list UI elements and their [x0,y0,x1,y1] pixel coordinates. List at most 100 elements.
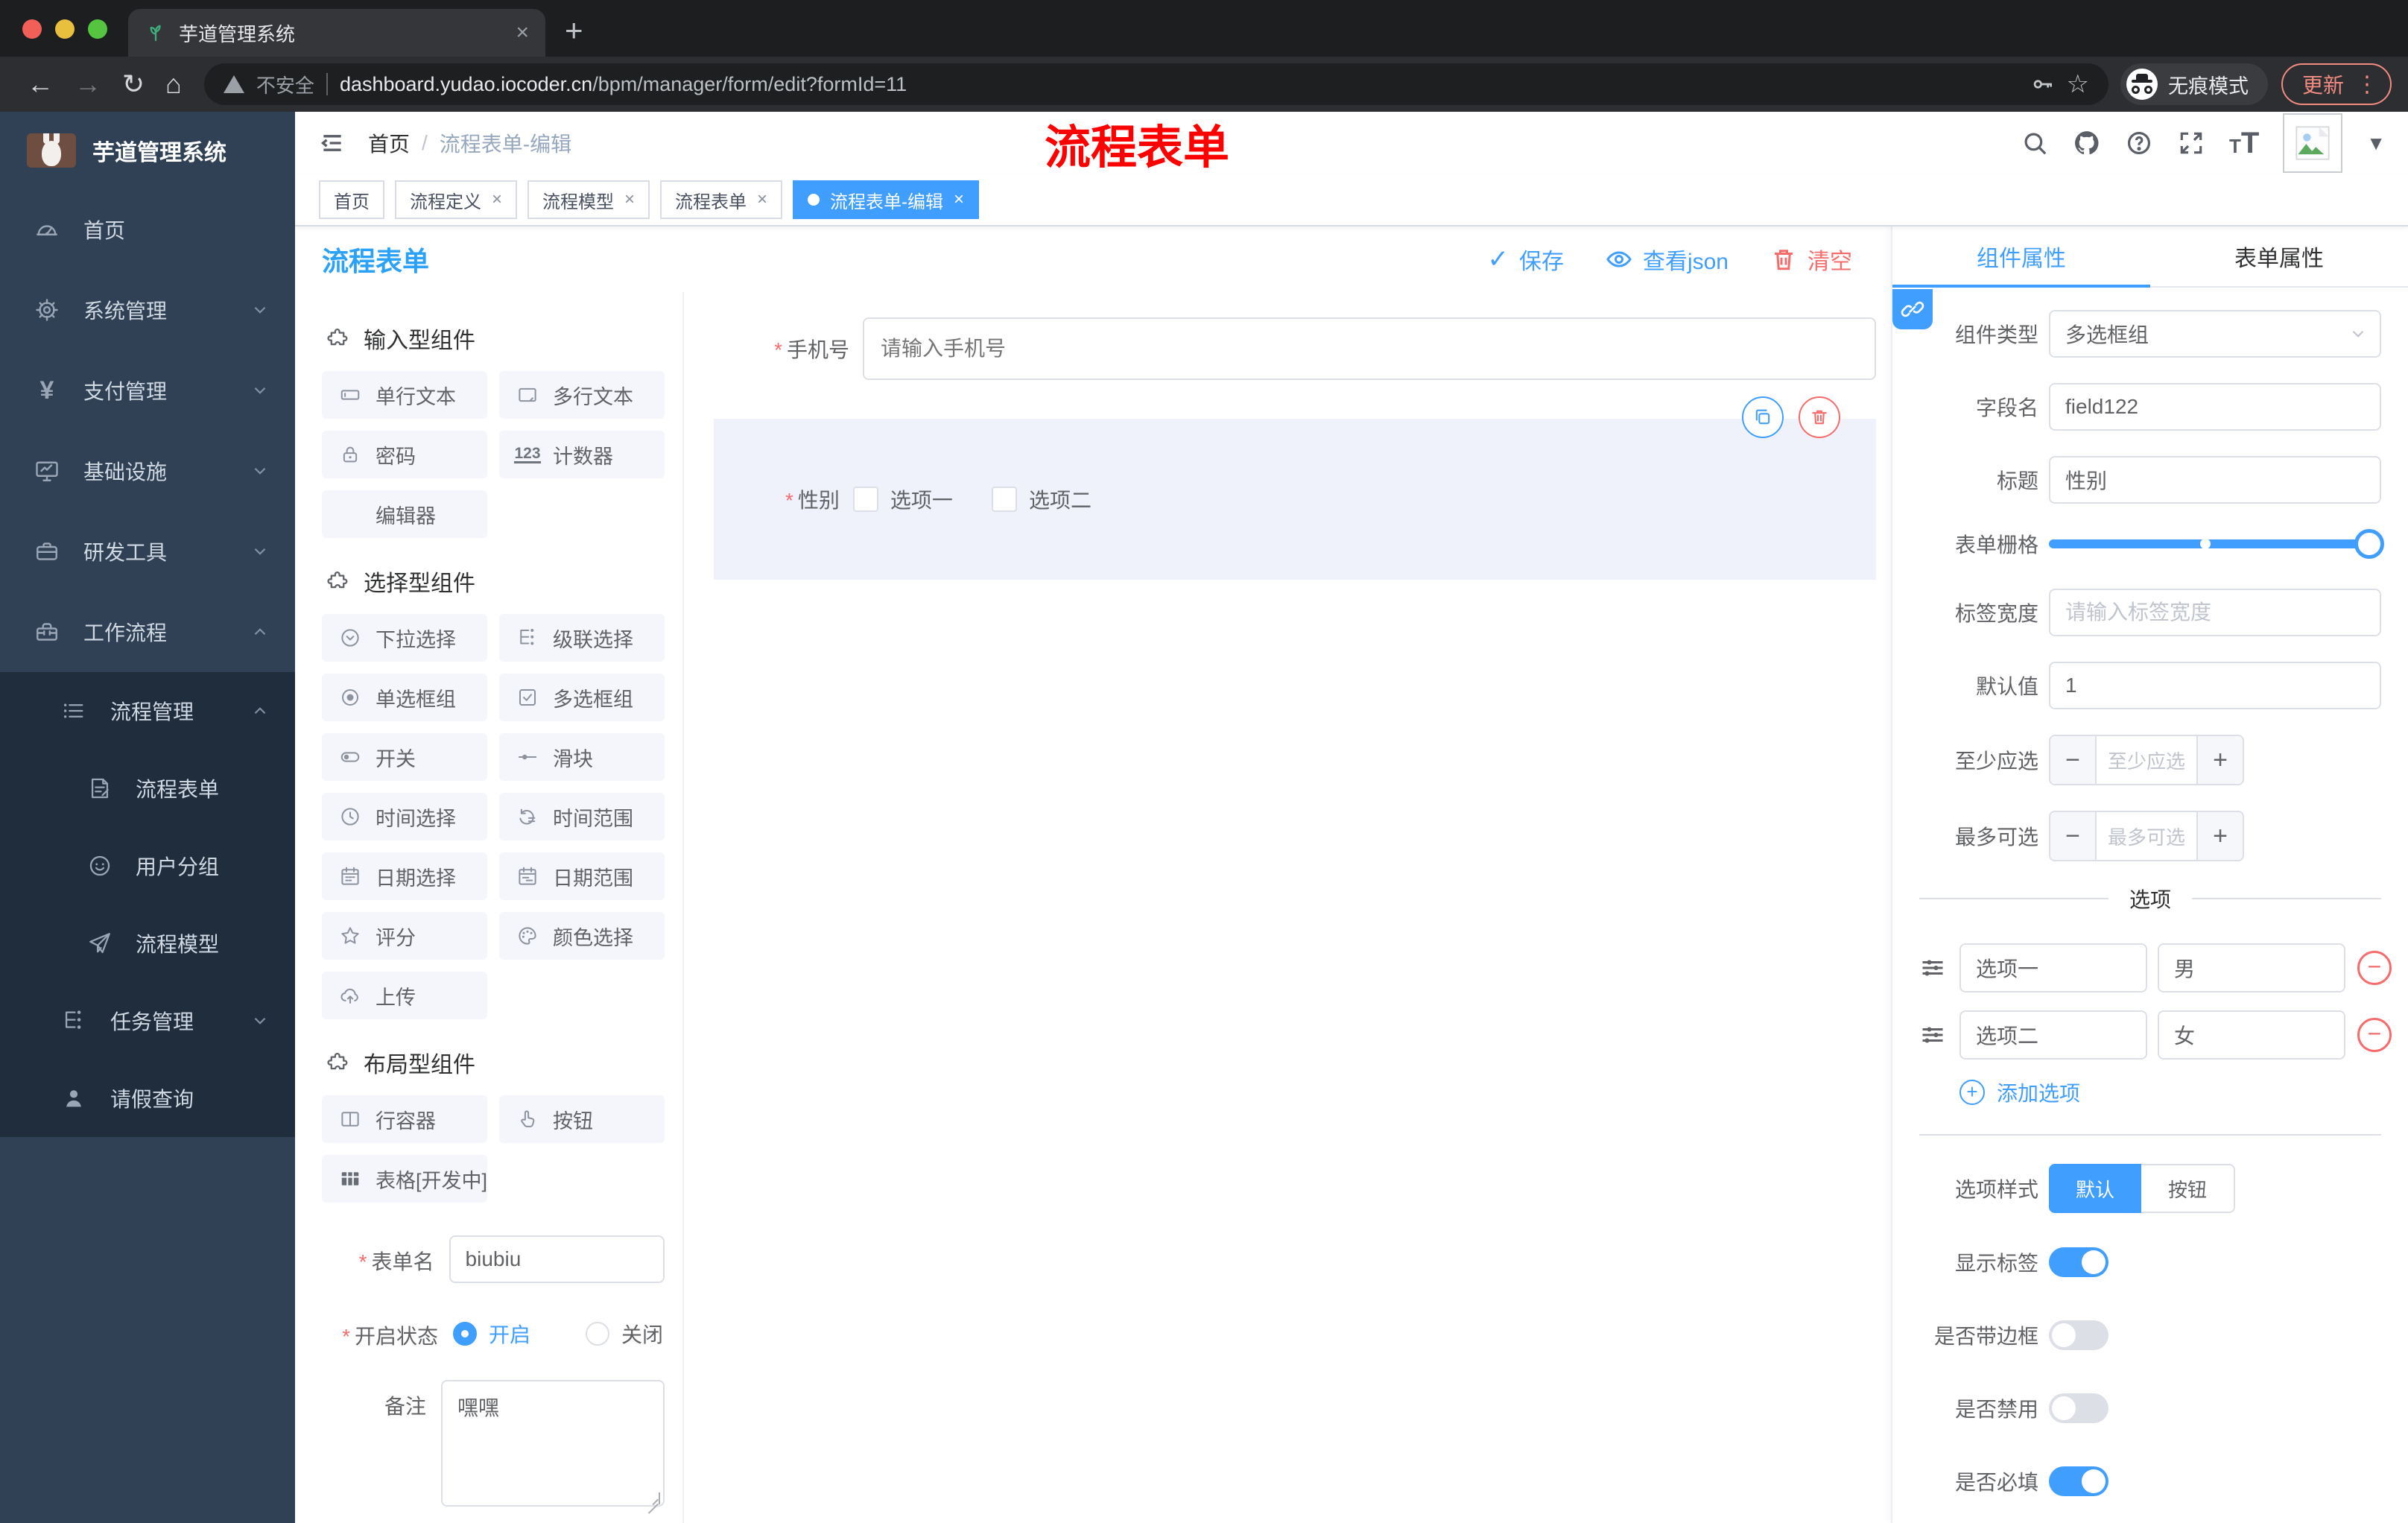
option-label-input[interactable] [1959,943,2147,992]
min-select-input[interactable]: 至少应选 [2097,736,2196,784]
form-name-input[interactable] [449,1235,665,1283]
style-button-button[interactable]: 按钮 [2141,1164,2236,1213]
not-secure-warning-icon[interactable] [223,75,244,93]
stepper-increase-button[interactable]: + [2196,812,2243,860]
component-pill-rate[interactable]: 评分 [322,912,487,960]
form-canvas[interactable]: *手机号 *性别 [684,292,1891,1523]
home-icon[interactable]: ⌂ [165,71,182,98]
sidebar-item-payment[interactable]: ¥ 支付管理 [0,350,295,431]
component-pill-table[interactable]: 表格[开发中] [322,1155,487,1203]
close-icon[interactable]: × [624,189,635,210]
minimize-window-button[interactable] [55,19,75,39]
remove-option-button[interactable]: − [2357,1018,2392,1052]
form-grid-slider[interactable] [2049,529,2384,559]
browser-menu-icon[interactable]: ⋮ [2356,72,2378,98]
sidebar-item-system[interactable]: 系统管理 [0,270,295,350]
slider-handle[interactable] [2354,529,2384,559]
component-pill-select[interactable]: 下拉选择 [322,614,487,662]
fullscreen-icon[interactable] [2177,129,2205,157]
password-key-icon[interactable] [2031,72,2055,96]
sidebar-item-infra[interactable]: 基础设施 [0,431,295,511]
canvas-field-phone[interactable]: * 手机号 [714,317,1876,380]
sidebar-toggle-icon[interactable] [317,128,347,158]
close-window-button[interactable] [22,19,42,39]
bookmark-star-icon[interactable]: ☆ [2067,69,2089,99]
border-switch[interactable] [2049,1320,2108,1350]
max-select-input[interactable]: 最多可选 [2097,812,2196,860]
status-radio-on[interactable]: 开启 [453,1319,530,1349]
drag-handle-icon[interactable] [1919,954,1946,981]
close-icon[interactable]: × [954,189,964,210]
sidebar-item-leave-query[interactable]: 请假查询 [0,1060,295,1137]
sidebar-item-devtools[interactable]: 研发工具 [0,511,295,592]
close-icon[interactable]: × [757,189,767,210]
remove-option-button[interactable]: − [2357,951,2392,985]
component-pill-upload[interactable]: 上传 [322,972,487,1019]
gender-checkbox-option1[interactable]: 选项一 [852,484,953,514]
required-switch[interactable] [2049,1466,2108,1496]
component-pill-slider[interactable]: 滑块 [499,733,665,781]
component-pill-counter[interactable]: 123 计数器 [499,431,665,478]
tag-home[interactable]: 首页 [319,180,384,219]
stepper-increase-button[interactable]: + [2196,736,2243,784]
url-text[interactable]: dashboard.yudao.iocoder.cn/bpm/manager/f… [340,73,2019,96]
option-value-input[interactable] [2158,1010,2345,1060]
option-label-input[interactable] [1959,1010,2147,1060]
checkbox-box[interactable] [852,487,878,512]
tag-process-model[interactable]: 流程模型 × [527,180,650,219]
component-pill-editor[interactable]: 编辑器 [322,490,487,538]
tab-component-props[interactable]: 组件属性 [1892,227,2150,286]
component-pill-checkbox-group[interactable]: 多选框组 [499,674,665,721]
form-remark-textarea[interactable]: 嘿嘿 [441,1380,665,1507]
gender-checkbox-option2[interactable]: 选项二 [991,484,1091,514]
drag-handle-icon[interactable] [1919,1022,1946,1048]
view-json-button[interactable]: 查看json [1606,243,1729,276]
address-bar[interactable]: 不安全 dashboard.yudao.iocoder.cn/bpm/manag… [203,63,2108,105]
reload-icon[interactable]: ↻ [122,71,145,98]
github-icon[interactable] [2073,129,2101,157]
show-label-switch[interactable] [2049,1247,2108,1277]
browser-update-button[interactable]: 更新 ⋮ [2281,63,2392,105]
component-pill-date-picker[interactable]: 日期选择 [322,852,487,900]
maximize-window-button[interactable] [88,19,107,39]
tab-form-props[interactable]: 表单属性 [2150,227,2408,286]
style-default-button[interactable]: 默认 [2049,1164,2142,1213]
sidebar-item-task-mgmt[interactable]: 任务管理 [0,982,295,1060]
sidebar-item-process-model[interactable]: 流程模型 [0,905,295,982]
not-secure-label[interactable]: 不安全 [256,71,314,98]
window-controls[interactable] [0,19,128,57]
component-pill-cascader[interactable]: 级联选择 [499,614,665,662]
browser-tab[interactable]: 芋道管理系统 × [128,9,545,57]
avatar[interactable] [2283,113,2343,173]
sidebar-item-workflow[interactable]: 工作流程 [0,592,295,672]
delete-field-button[interactable] [1799,396,1840,438]
status-radio-off[interactable]: 关闭 [586,1319,663,1349]
duplicate-field-button[interactable] [1742,396,1784,438]
back-icon[interactable]: ← [27,71,54,98]
component-pill-color-picker[interactable]: 颜色选择 [499,912,665,960]
font-size-icon[interactable]: TT [2229,127,2259,160]
component-pill-single-text[interactable]: 单行文本 [322,371,487,419]
sidebar-item-user-group[interactable]: 用户分组 [0,827,295,905]
checkbox-box[interactable] [991,487,1017,512]
label-width-input[interactable] [2049,589,2381,636]
component-pill-radio-group[interactable]: 单选框组 [322,674,487,721]
clear-button[interactable]: 清空 [1770,243,1852,276]
new-tab-button[interactable]: + [565,15,583,46]
resize-handle[interactable] [648,1492,660,1504]
title-input[interactable] [2049,456,2381,504]
sidebar-item-process-mgmt[interactable]: 流程管理 [0,672,295,750]
help-icon[interactable] [2125,129,2153,157]
component-pill-row-container[interactable]: 行容器 [322,1095,487,1143]
link-handle-button[interactable] [1892,289,1933,329]
stepper-decrease-button[interactable]: − [2050,736,2097,784]
save-button[interactable]: ✓ 保存 [1487,243,1564,276]
option-value-input[interactable] [2158,943,2345,992]
tab-close-icon[interactable]: × [516,20,529,45]
close-icon[interactable]: × [492,189,502,210]
phone-field-input[interactable] [863,317,1876,380]
component-pill-button[interactable]: 按钮 [499,1095,665,1143]
component-pill-date-range[interactable]: 日期范围 [499,852,665,900]
stepper-decrease-button[interactable]: − [2050,812,2097,860]
component-pill-time-range[interactable]: 时间范围 [499,793,665,840]
